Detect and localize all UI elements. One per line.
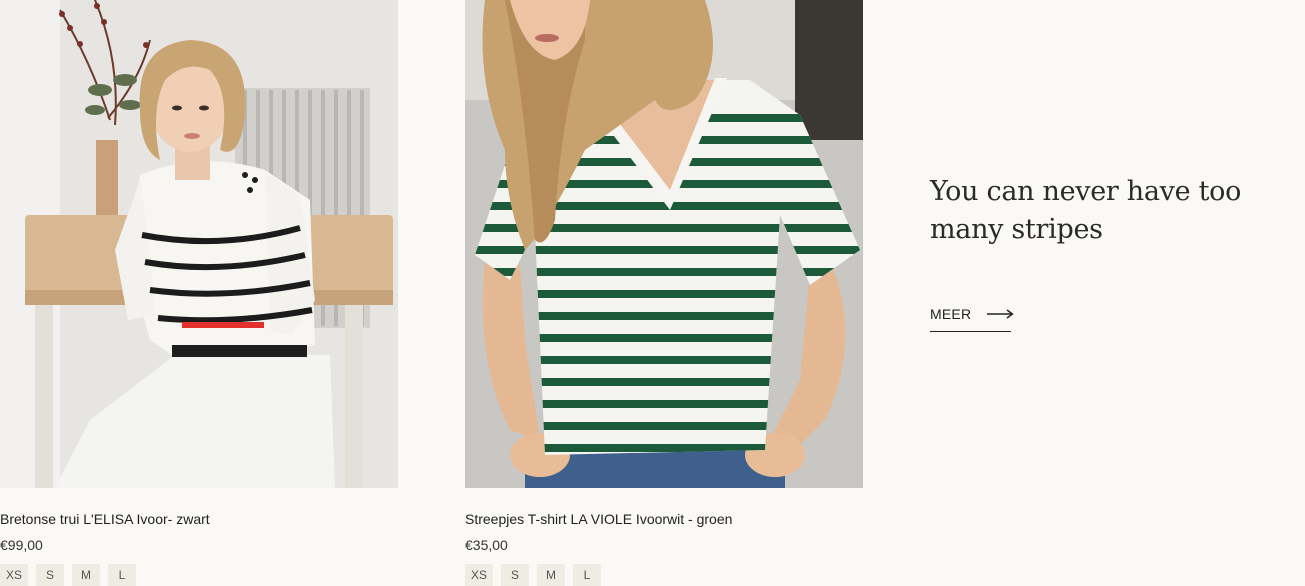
product-price: €99,00 [0, 537, 43, 553]
promo-block: You can never have too many stripes MEER [930, 173, 1305, 332]
promo-heading: You can never have too many stripes [930, 176, 1242, 245]
arrow-right-icon [987, 306, 1014, 322]
product-card: Bretonse trui L'ELISA Ivoor- zwart €99,0… [0, 0, 398, 586]
product-price: €35,00 [465, 537, 508, 553]
product-title[interactable]: Bretonse trui L'ELISA Ivoor- zwart [0, 510, 398, 528]
more-link-label: MEER [930, 306, 972, 322]
product-title[interactable]: Streepjes T-shirt LA VIOLE Ivoorwit - gr… [465, 510, 863, 528]
product-card: Streepjes T-shirt LA VIOLE Ivoorwit - gr… [465, 0, 863, 586]
more-link[interactable]: MEER [930, 306, 1014, 332]
product-image[interactable] [465, 0, 863, 488]
product-image[interactable] [0, 0, 398, 488]
